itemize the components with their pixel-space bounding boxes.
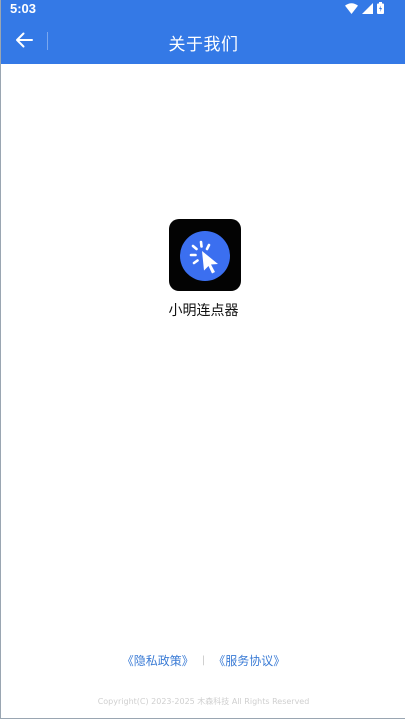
status-time: 5:03 <box>10 1 37 16</box>
wifi-icon <box>345 2 358 14</box>
cellular-signal-icon <box>362 2 373 14</box>
service-agreement-link[interactable]: 《服务协议》 <box>213 652 285 669</box>
battery-icon <box>377 2 384 14</box>
cursor-click-icon <box>169 231 241 295</box>
about-screen: 5:03 关于我们 小明连点器 《隐私政策》 | 《服务协议》 Copyrigh… <box>0 0 405 719</box>
app-bar: 5:03 关于我们 <box>1 0 405 64</box>
status-icons <box>345 2 384 14</box>
app-name: 小明连点器 <box>168 303 239 319</box>
privacy-policy-link[interactable]: 《隐私政策》 <box>122 652 194 669</box>
copyright-text: Copyright(C) 2023-2025 木森科技 All Rights R… <box>97 697 310 706</box>
app-logo <box>169 219 241 291</box>
policy-links: 《隐私政策》 | 《服务协议》 <box>1 652 405 669</box>
status-bar: 5:03 <box>1 0 405 18</box>
page-title: 关于我们 <box>168 35 239 55</box>
link-separator: | <box>201 655 206 666</box>
